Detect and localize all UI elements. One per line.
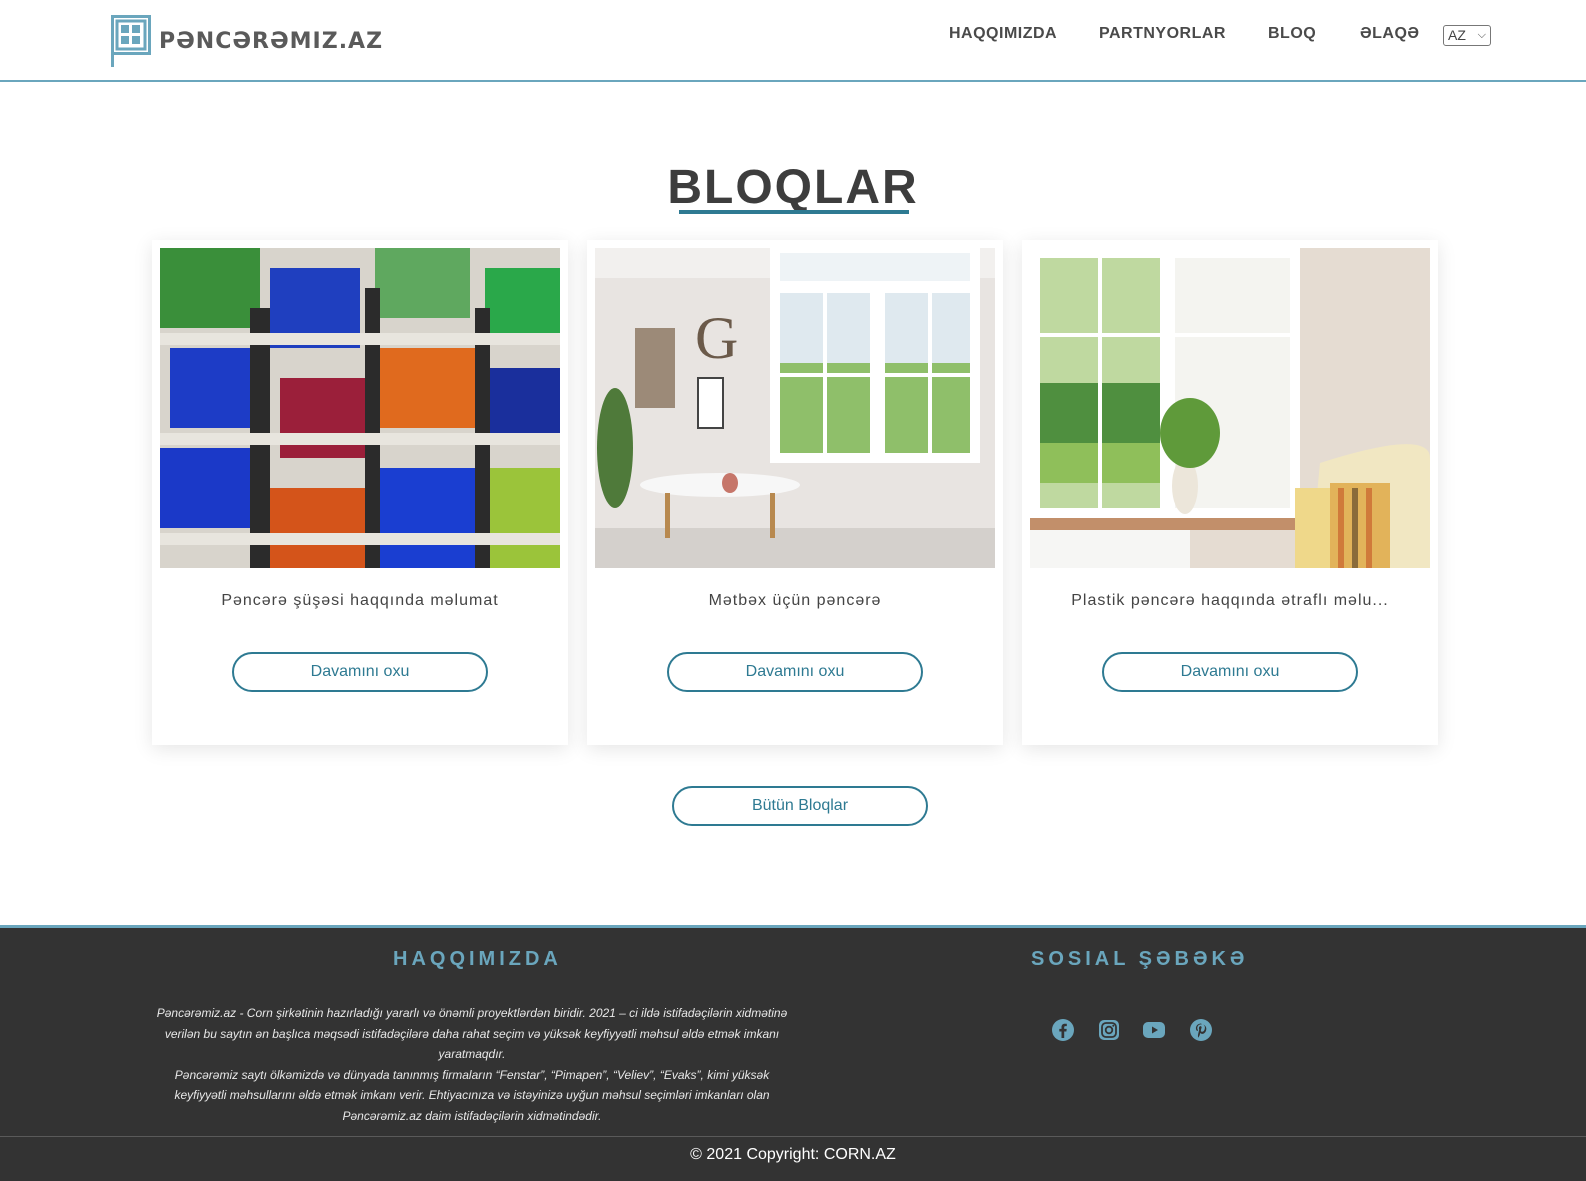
footer-about-paragraph: Pəncərəmiz.az - Corn şirkətinin hazırlad… (156, 1006, 788, 1061)
colored-balconies-image (160, 248, 560, 568)
facebook-icon[interactable] (1051, 1018, 1075, 1042)
nav-item-blog[interactable]: BLOQ (1268, 25, 1316, 43)
footer-about-text: Pəncərəmiz.az - Corn şirkətinin hazırlad… (152, 1003, 792, 1126)
read-more-button[interactable]: Davamını oxu (1102, 652, 1358, 692)
plastic-window-image (1030, 248, 1430, 568)
blog-card-image[interactable] (160, 248, 560, 568)
title-underline (679, 210, 909, 214)
blog-card-title[interactable]: Plastik pəncərə haqqında ətraflı məlu... (1022, 592, 1438, 610)
footer-about-paragraph: Pəncərəmiz saytı ölkəmizdə və dünyada ta… (174, 1067, 770, 1123)
read-more-button[interactable]: Davamını oxu (667, 652, 923, 692)
svg-text:G: G (695, 305, 738, 371)
footer-social-heading: SOSIAL ŞƏBƏKƏ (1031, 948, 1249, 970)
kitchen-window-image: G (595, 248, 995, 568)
copyright-text: © 2021 Copyright: CORN.AZ (690, 1146, 896, 1163)
instagram-icon[interactable] (1097, 1018, 1121, 1042)
nav-item-contact[interactable]: ƏLAQƏ (1360, 25, 1420, 43)
blog-card: Plastik pəncərə haqqında ətraflı məlu...… (1022, 240, 1438, 745)
blog-card: G Mətbəx üçün pəncərə Davamını oxu (587, 240, 1003, 745)
nav-item-about[interactable]: HAQQIMIZDA (949, 25, 1057, 43)
page-title: BLOQLAR (667, 161, 919, 214)
site-footer: HAQQIMIZDA Pəncərəmiz.az - Corn şirkətin… (0, 925, 1586, 1181)
blog-card-title[interactable]: Mətbəx üçün pəncərə (587, 592, 1003, 610)
footer-divider (0, 1136, 1586, 1137)
all-blogs-button[interactable]: Bütün Bloqlar (672, 786, 928, 826)
read-more-button[interactable]: Davamını oxu (232, 652, 488, 692)
blog-card: Pəncərə şüşəsi haqqında məlumat Davamını… (152, 240, 568, 745)
main-nav: HAQQIMIZDA PARTNYORLAR BLOQ ƏLAQƏ (0, 25, 1586, 47)
site-header: PƏNCƏRƏMIZ.AZ HAQQIMIZDA PARTNYORLAR BLO… (0, 0, 1586, 82)
youtube-icon[interactable] (1142, 1018, 1166, 1042)
blog-card-image[interactable] (1030, 248, 1430, 568)
blog-card-title[interactable]: Pəncərə şüşəsi haqqında məlumat (152, 592, 568, 610)
blog-card-image[interactable]: G (595, 248, 995, 568)
chevron-down-icon: ⌵ (1477, 29, 1486, 41)
language-select[interactable]: AZ ⌵ (1443, 25, 1491, 46)
footer-about-heading: HAQQIMIZDA (393, 948, 562, 970)
nav-item-partners[interactable]: PARTNYORLAR (1099, 25, 1226, 43)
language-value: AZ (1448, 27, 1466, 43)
pinterest-icon[interactable] (1189, 1018, 1213, 1042)
